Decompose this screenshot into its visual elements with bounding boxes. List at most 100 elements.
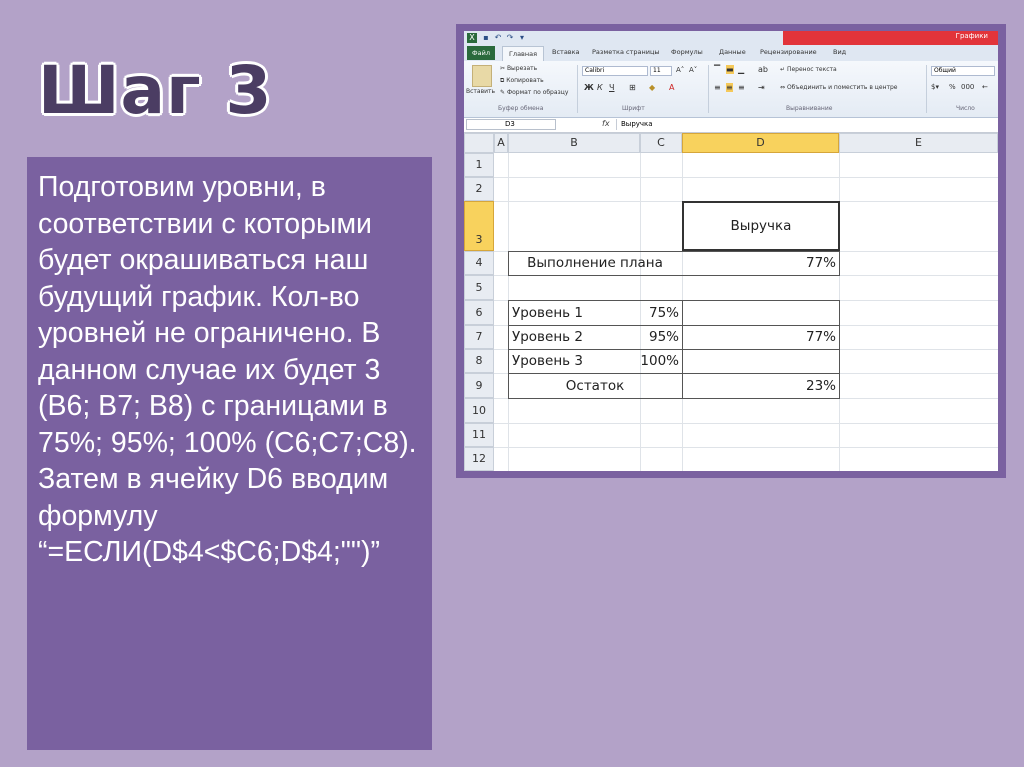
instruction-paragraph-2: Затем в ячейку D6 вводим формулу “=ЕСЛИ(… — [38, 463, 389, 568]
column-header-c[interactable]: C — [640, 133, 682, 153]
underline-icon[interactable]: Ч — [609, 83, 614, 92]
column-header-b[interactable]: B — [508, 133, 640, 153]
align-bottom-icon[interactable]: ▁ — [738, 65, 744, 74]
function-icon[interactable]: fx — [602, 119, 610, 128]
instruction-text-box: Подготовим уровни, в соответствии с кото… — [27, 157, 432, 750]
thousands-button[interactable]: 000 — [961, 83, 974, 91]
align-middle-icon[interactable]: ▬ — [726, 65, 734, 74]
fill-color-icon[interactable]: ◆ — [649, 83, 655, 92]
column-header-e[interactable]: E — [839, 133, 998, 153]
row-header-5[interactable]: 5 — [464, 275, 494, 300]
tab-page-layout[interactable]: Разметка страницы — [592, 48, 660, 56]
excel-logo-icon: X — [467, 33, 477, 43]
paste-icon[interactable] — [472, 65, 492, 87]
format-painter-icon: ✎ — [500, 89, 507, 96]
column-header-a[interactable]: A — [494, 133, 508, 153]
cell-d7[interactable]: 77% — [683, 326, 836, 349]
cell-d9[interactable]: 23% — [683, 374, 836, 398]
merge-center-label: Объединить и поместить в центре — [786, 84, 898, 91]
excel-screenshot-frame: X ▪ ↶ ↷ ▾ Графики Файл Главная Вставка Р… — [456, 24, 1006, 478]
align-center-icon[interactable]: ≡ — [726, 83, 733, 92]
customize-toolbar-icon[interactable]: ▾ — [517, 33, 527, 43]
tab-insert[interactable]: Вставка — [552, 48, 580, 56]
cut-button[interactable]: ✂ Вырезать — [500, 65, 537, 72]
font-group-label: Шрифт — [622, 105, 645, 112]
cell-c6[interactable]: 75% — [640, 301, 679, 325]
merge-center-button[interactable]: ⇔ Объединить и поместить в центре — [780, 84, 898, 91]
cell-border — [839, 300, 840, 399]
ribbon-tabs: Файл Главная Вставка Разметка страницы Ф… — [464, 45, 998, 61]
grow-font-icon[interactable]: A˄ — [676, 66, 684, 74]
cut-label: Вырезать — [506, 65, 538, 72]
slide-title: Шаг 3 — [38, 52, 273, 129]
select-all-corner[interactable] — [464, 133, 494, 153]
shrink-font-icon[interactable]: A˅ — [689, 66, 697, 74]
cell-border — [508, 398, 839, 399]
number-format-select[interactable]: Общий — [931, 66, 995, 76]
row-header-3[interactable]: 3 — [464, 201, 494, 251]
row-header-11[interactable]: 11 — [464, 423, 494, 447]
wrap-text-label: Перенос текста — [786, 66, 837, 73]
row-header-8[interactable]: 8 — [464, 349, 494, 373]
borders-icon[interactable]: ⊞ — [629, 83, 636, 92]
wrap-text-button[interactable]: ↵ Перенос текста — [780, 66, 837, 73]
copy-button[interactable]: ⧉ Копировать — [500, 77, 544, 85]
cell-b8[interactable]: Уровень 3 — [512, 350, 632, 373]
row-header-1[interactable]: 1 — [464, 153, 494, 177]
row-header-9[interactable]: 9 — [464, 373, 494, 398]
tab-review[interactable]: Рецензирование — [760, 48, 817, 56]
column-header-d[interactable]: D — [682, 133, 839, 153]
cell-d3[interactable]: Выручка — [683, 203, 839, 249]
cell-c8[interactable]: 100% — [640, 350, 679, 373]
align-left-icon[interactable]: ≡ — [714, 83, 721, 92]
tab-view[interactable]: Вид — [833, 48, 846, 56]
indent-icon[interactable]: ⇥ — [758, 83, 765, 92]
gridline — [494, 447, 998, 448]
cell-d4[interactable]: 77% — [683, 252, 836, 275]
cell-b6[interactable]: Уровень 1 — [512, 301, 632, 325]
bold-icon[interactable]: Ж — [584, 83, 594, 92]
font-color-icon[interactable]: A — [669, 83, 674, 92]
row-header-6[interactable]: 6 — [464, 300, 494, 325]
formula-input[interactable]: Выручка — [616, 119, 998, 130]
tab-home[interactable]: Главная — [502, 46, 544, 61]
redo-icon[interactable]: ↷ — [505, 33, 515, 43]
group-divider — [708, 65, 709, 113]
tab-data[interactable]: Данные — [719, 48, 746, 56]
font-name-select[interactable]: Calibri — [582, 66, 648, 76]
ribbon-home: Вставить ✂ Вырезать ⧉ Копировать ✎ Форма… — [464, 61, 998, 118]
cell-c7[interactable]: 95% — [640, 326, 679, 349]
italic-icon[interactable]: К — [597, 83, 603, 92]
percent-button[interactable]: % — [949, 83, 956, 91]
cell-border — [508, 275, 839, 276]
name-box[interactable]: D3 — [466, 119, 556, 130]
cut-icon: ✂ — [500, 65, 507, 72]
align-top-icon[interactable]: ▔ — [714, 65, 720, 74]
currency-icon[interactable]: $▾ — [931, 83, 939, 91]
row-header-2[interactable]: 2 — [464, 177, 494, 201]
format-painter-button[interactable]: ✎ Формат по образцу — [500, 89, 568, 96]
wrap-text-icon: ↵ — [780, 66, 787, 73]
row-header-7[interactable]: 7 — [464, 325, 494, 349]
contextual-tab-label: Графики — [955, 32, 988, 40]
merge-icon: ⇔ — [780, 84, 787, 91]
cell-b7[interactable]: Уровень 2 — [512, 326, 632, 349]
decimal-icon[interactable]: ← — [982, 83, 988, 91]
orientation-icon[interactable]: ab — [758, 65, 768, 74]
copy-label: Копировать — [506, 77, 544, 84]
paste-button[interactable]: Вставить — [466, 88, 495, 95]
tab-formulas[interactable]: Формулы — [671, 48, 703, 56]
alignment-group-label: Выравнивание — [786, 105, 833, 112]
formula-bar: D3 fx Выручка — [464, 118, 998, 133]
row-header-10[interactable]: 10 — [464, 398, 494, 423]
row-header-4[interactable]: 4 — [464, 251, 494, 275]
undo-icon[interactable]: ↶ — [493, 33, 503, 43]
align-right-icon[interactable]: ≡ — [738, 83, 745, 92]
tab-file[interactable]: Файл — [467, 46, 495, 60]
font-size-select[interactable]: 11 — [650, 66, 672, 76]
cell-b9[interactable]: Остаток — [508, 374, 682, 398]
gridline — [494, 177, 998, 178]
cell-b4[interactable]: Выполнение плана — [508, 252, 682, 275]
save-icon[interactable]: ▪ — [481, 33, 491, 43]
row-header-12[interactable]: 12 — [464, 447, 494, 471]
